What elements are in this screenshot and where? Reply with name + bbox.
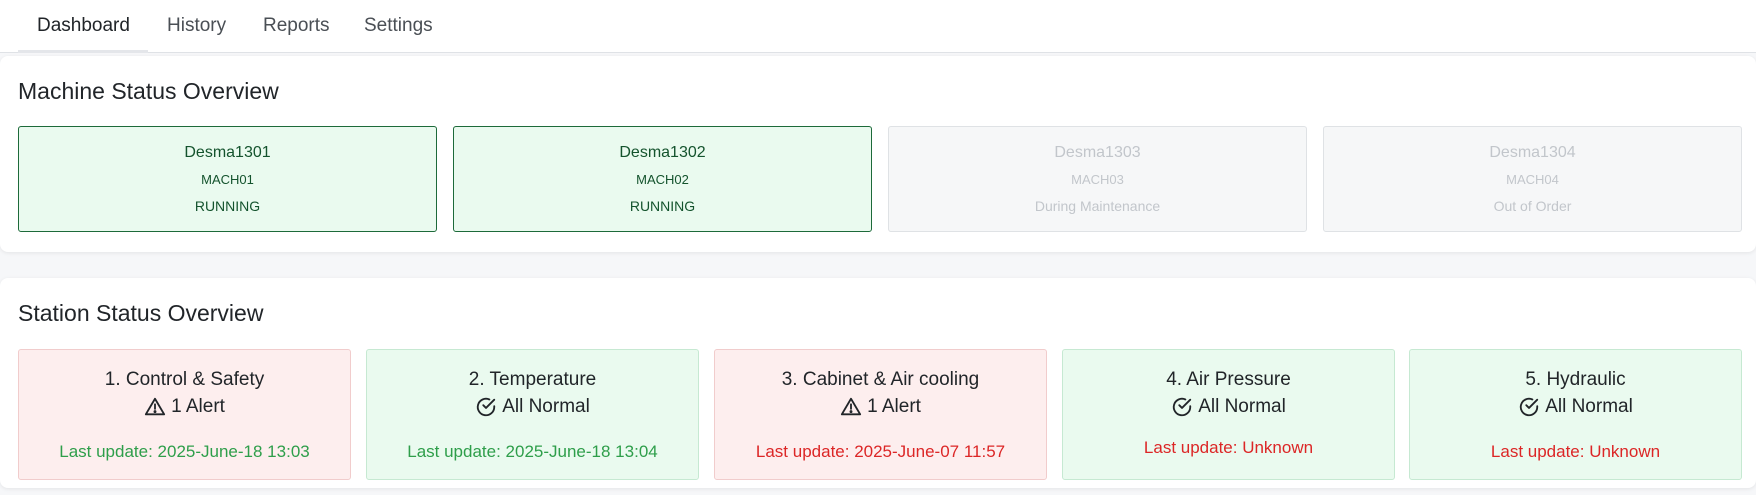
station-last-update: Last update: Unknown [1490, 442, 1661, 461]
station-state-label: All Normal [502, 396, 590, 417]
tab-dashboard[interactable]: Dashboard [37, 0, 130, 53]
tab-reports[interactable]: Reports [263, 0, 330, 53]
machine-status-panel: Machine Status Overview Desma1301 MACH01… [0, 56, 1756, 252]
machine-status: During Maintenance [1034, 198, 1161, 214]
warning-triangle-icon [840, 397, 862, 416]
check-circle-icon [477, 397, 496, 417]
station-state: All Normal [1063, 396, 1394, 418]
station-status-title: Station Status Overview [18, 300, 264, 326]
machine-name: Desma1302 [619, 144, 706, 161]
machine-card-mach03[interactable]: Desma1303 MACH03 During Maintenance [888, 126, 1307, 232]
machine-card-mach02[interactable]: Desma1302 MACH02 RUNNING [453, 126, 872, 232]
station-state: All Normal [1410, 396, 1741, 418]
machine-code: MACH03 [1071, 172, 1124, 187]
station-state-label: All Normal [1198, 396, 1286, 417]
machine-code: MACH02 [636, 172, 689, 187]
station-status-panel: Station Status Overview 1. Control & Saf… [0, 278, 1756, 488]
machine-status: Out of Order [1493, 198, 1572, 214]
station-card-air-pressure[interactable]: 4. Air Pressure All Normal Last update: … [1062, 349, 1395, 480]
station-state-label: 1 Alert [867, 396, 921, 417]
machine-status: RUNNING [194, 198, 261, 214]
station-state: 1 Alert [715, 396, 1046, 418]
station-state: All Normal [367, 396, 698, 418]
machine-card-mach01[interactable]: Desma1301 MACH01 RUNNING [18, 126, 437, 232]
machine-status-title: Machine Status Overview [18, 78, 279, 104]
machine-name: Desma1304 [1489, 144, 1576, 161]
station-last-update: Last update: 2025-June-18 13:03 [59, 442, 310, 461]
check-circle-icon [1173, 397, 1192, 417]
station-last-update: Last update: 2025-June-07 11:57 [755, 442, 1006, 461]
tab-settings[interactable]: Settings [364, 0, 433, 53]
station-card-temperature[interactable]: 2. Temperature All Normal Last update: 2… [366, 349, 699, 480]
station-state-label: All Normal [1545, 396, 1633, 417]
station-title: 4. Air Pressure [1166, 369, 1291, 390]
station-state-label: 1 Alert [171, 396, 225, 417]
machine-name: Desma1303 [1054, 144, 1141, 161]
active-tab-indicator [18, 50, 148, 53]
machine-status: RUNNING [629, 198, 696, 214]
tab-history[interactable]: History [167, 0, 226, 53]
check-circle-icon [1520, 397, 1539, 417]
station-title: 2. Temperature [468, 369, 597, 390]
station-title: 3. Cabinet & Air cooling [781, 369, 980, 390]
machine-card-mach04[interactable]: Desma1304 MACH04 Out of Order [1323, 126, 1742, 232]
station-card-cabinet-air-cooling[interactable]: 3. Cabinet & Air cooling 1 Alert Last up… [714, 349, 1047, 480]
station-card-control-safety[interactable]: 1. Control & Safety 1 Alert Last update:… [18, 349, 351, 480]
station-title: 5. Hydraulic [1525, 369, 1626, 390]
station-last-update: Last update: 2025-June-18 13:04 [407, 442, 658, 461]
station-title: 1. Control & Safety [104, 369, 265, 390]
machine-code: MACH04 [1506, 172, 1559, 187]
warning-triangle-icon [144, 397, 166, 416]
machine-code: MACH01 [201, 172, 254, 187]
station-state: 1 Alert [19, 396, 350, 418]
machine-name: Desma1301 [184, 144, 271, 161]
tab-bar: Dashboard History Reports Settings [0, 0, 1756, 53]
station-card-hydraulic[interactable]: 5. Hydraulic All Normal Last update: Unk… [1409, 349, 1742, 480]
station-last-update: Last update: Unknown [1143, 438, 1314, 457]
